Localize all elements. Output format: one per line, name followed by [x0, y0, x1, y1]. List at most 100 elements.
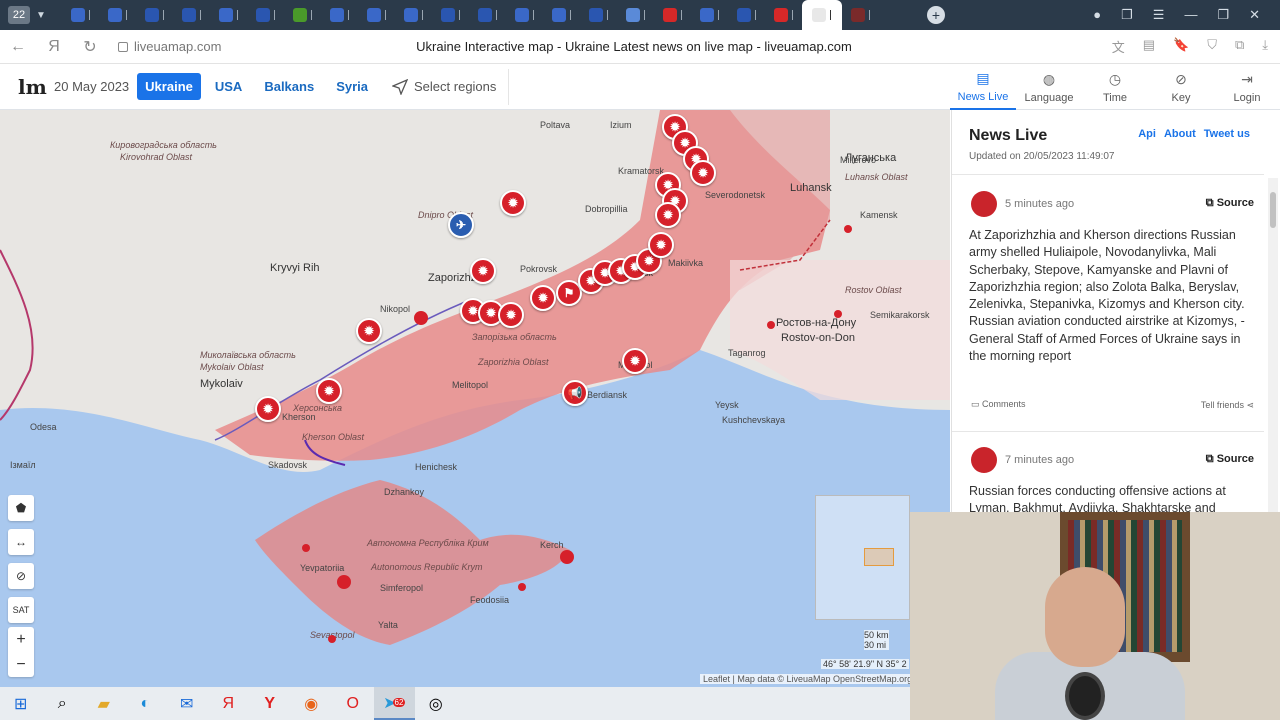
reader-icon[interactable]: ▤ — [1143, 37, 1155, 56]
browser-tab[interactable] — [321, 0, 358, 30]
tweet-us-link[interactable]: Tweet us — [1204, 128, 1250, 140]
news-item[interactable]: 7 minutes ago ⧉ Source Russian forces co… — [969, 447, 1254, 517]
browser-tab[interactable] — [543, 0, 580, 30]
browser-tab[interactable] — [247, 0, 284, 30]
profile-icon[interactable]: ● — [1093, 7, 1101, 23]
translate-icon[interactable]: 文 — [1112, 37, 1125, 56]
back-icon[interactable]: ← — [0, 38, 36, 56]
tab-key[interactable]: ⊘ Key — [1148, 64, 1214, 110]
current-date[interactable]: 20 May 2023 — [54, 79, 129, 94]
explosion-icon[interactable]: ✹ — [498, 302, 524, 328]
explosion-icon[interactable]: ✹ — [530, 285, 556, 311]
select-regions-button[interactable]: Select regions — [392, 78, 496, 95]
obs-icon[interactable]: ◎ — [415, 687, 457, 720]
browser-tab[interactable] — [395, 0, 432, 30]
yandex-icon[interactable]: Я — [208, 687, 250, 720]
explosion-icon[interactable]: ✹ — [648, 232, 674, 258]
tab-language[interactable]: ◍ Language — [1016, 64, 1082, 110]
browser-tab[interactable] — [654, 0, 691, 30]
explosion-icon[interactable]: ✹ — [316, 378, 342, 404]
event-dot[interactable] — [844, 225, 852, 233]
share-button[interactable]: Tell friends ⋖ — [1201, 400, 1254, 411]
about-link[interactable]: About — [1164, 128, 1196, 140]
browser-tab[interactable] — [136, 0, 173, 30]
browser-tab[interactable] — [842, 0, 879, 30]
download-icon[interactable]: ⤓ — [1262, 37, 1268, 56]
explosion-icon[interactable]: ✹ — [255, 396, 281, 422]
site-logo[interactable]: lm — [18, 75, 47, 99]
map-canvas[interactable]: Луганська Luhansk Oblast Luhansk Kramatorsk… — [0, 110, 950, 687]
close-icon[interactable]: ✕ — [1249, 7, 1260, 23]
event-dot[interactable] — [560, 550, 574, 564]
tab-news-live[interactable]: ▤ News Live — [950, 64, 1016, 110]
browser-tab[interactable] — [432, 0, 469, 30]
browser-tab[interactable] — [617, 0, 654, 30]
reload-icon[interactable]: ↻ — [72, 37, 108, 57]
minimap-viewport[interactable] — [864, 548, 894, 566]
mail-icon[interactable]: ✉ — [166, 687, 208, 720]
shield-icon[interactable]: ⛉ — [1207, 37, 1217, 56]
aircraft-icon[interactable]: ✈ — [448, 212, 474, 238]
restore-icon[interactable]: ❐ — [1217, 7, 1229, 23]
explosion-icon[interactable]: ✹ — [356, 318, 382, 344]
windows-start-icon[interactable]: ⊞ — [0, 687, 42, 720]
event-dot[interactable] — [518, 583, 526, 591]
tab-time[interactable]: ◷ Time — [1082, 64, 1148, 110]
explosion-icon[interactable]: ✹ — [470, 258, 496, 284]
browser-tab[interactable] — [62, 0, 99, 30]
news-text[interactable]: At Zaporizhzhia and Kherson directions R… — [969, 227, 1249, 365]
browser-tab[interactable] — [284, 0, 321, 30]
source-link[interactable]: ⧉ Source — [1206, 453, 1254, 466]
zoom-in-button[interactable]: + — [8, 627, 34, 652]
minimize-icon[interactable]: — — [1184, 7, 1197, 23]
region-syria[interactable]: Syria — [328, 73, 376, 100]
file-explorer-icon[interactable]: ▰ — [83, 687, 125, 720]
chevron-down-icon[interactable]: ▼ — [36, 10, 46, 21]
firefox-icon[interactable]: ◉ — [291, 687, 333, 720]
event-dot[interactable] — [414, 311, 428, 325]
explosion-icon[interactable]: ✹ — [622, 348, 648, 374]
browser-tab[interactable] — [358, 0, 395, 30]
collections-icon[interactable]: ❐ — [1121, 7, 1133, 23]
event-dot[interactable] — [328, 635, 336, 643]
tab-login[interactable]: ⇥ Login — [1214, 64, 1280, 110]
event-dot[interactable] — [767, 321, 775, 329]
zoom-out-button[interactable]: − — [8, 652, 34, 677]
browser-tab[interactable] — [580, 0, 617, 30]
region-usa[interactable]: USA — [207, 73, 250, 100]
browser-tab[interactable] — [801, 0, 842, 30]
browser-tab[interactable] — [765, 0, 802, 30]
hide-icon[interactable]: ⊘ — [8, 563, 34, 589]
edge-icon[interactable]: ◐ — [125, 687, 167, 720]
browser-tab[interactable] — [99, 0, 136, 30]
measure-icon[interactable]: ↔ — [8, 529, 34, 555]
region-ukraine[interactable]: Ukraine — [137, 73, 201, 100]
new-tab-button[interactable]: + — [926, 6, 945, 24]
browser-tab[interactable] — [173, 0, 210, 30]
browser-tab[interactable] — [506, 0, 543, 30]
browser-tab[interactable] — [210, 0, 247, 30]
yandex-icon[interactable]: Я — [36, 38, 72, 56]
url-text[interactable]: liveuamap.com — [134, 39, 221, 54]
event-dot[interactable] — [302, 544, 310, 552]
scrollbar-thumb[interactable] — [1270, 192, 1276, 228]
event-dot[interactable] — [834, 310, 842, 318]
comments-link[interactable]: ▭ Comments — [971, 399, 1026, 410]
menu-icon[interactable]: ☰ — [1153, 7, 1165, 23]
explosion-icon[interactable]: ✹ — [500, 190, 526, 216]
tab-count-badge[interactable]: 22 — [8, 6, 30, 24]
explosion-icon[interactable]: ✹ — [690, 160, 716, 186]
api-link[interactable]: Api — [1138, 128, 1156, 140]
yandex-browser-icon[interactable]: Y — [249, 687, 291, 720]
map-attribution[interactable]: Leaflet | Map data © LiveuaMap OpenStree… — [700, 674, 916, 684]
opera-icon[interactable]: O — [332, 687, 374, 720]
bookmark-icon[interactable]: 🔖 — [1173, 37, 1189, 56]
megaphone-icon[interactable]: 📢 — [562, 380, 588, 406]
polygon-tool-icon[interactable]: ⬟ — [8, 495, 34, 521]
browser-tab[interactable] — [469, 0, 506, 30]
event-dot[interactable] — [337, 575, 351, 589]
extensions-icon[interactable]: ⧉ — [1235, 37, 1244, 56]
satellite-toggle[interactable]: SAT — [8, 597, 34, 623]
minimap[interactable] — [815, 495, 910, 620]
browser-tab[interactable] — [691, 0, 728, 30]
